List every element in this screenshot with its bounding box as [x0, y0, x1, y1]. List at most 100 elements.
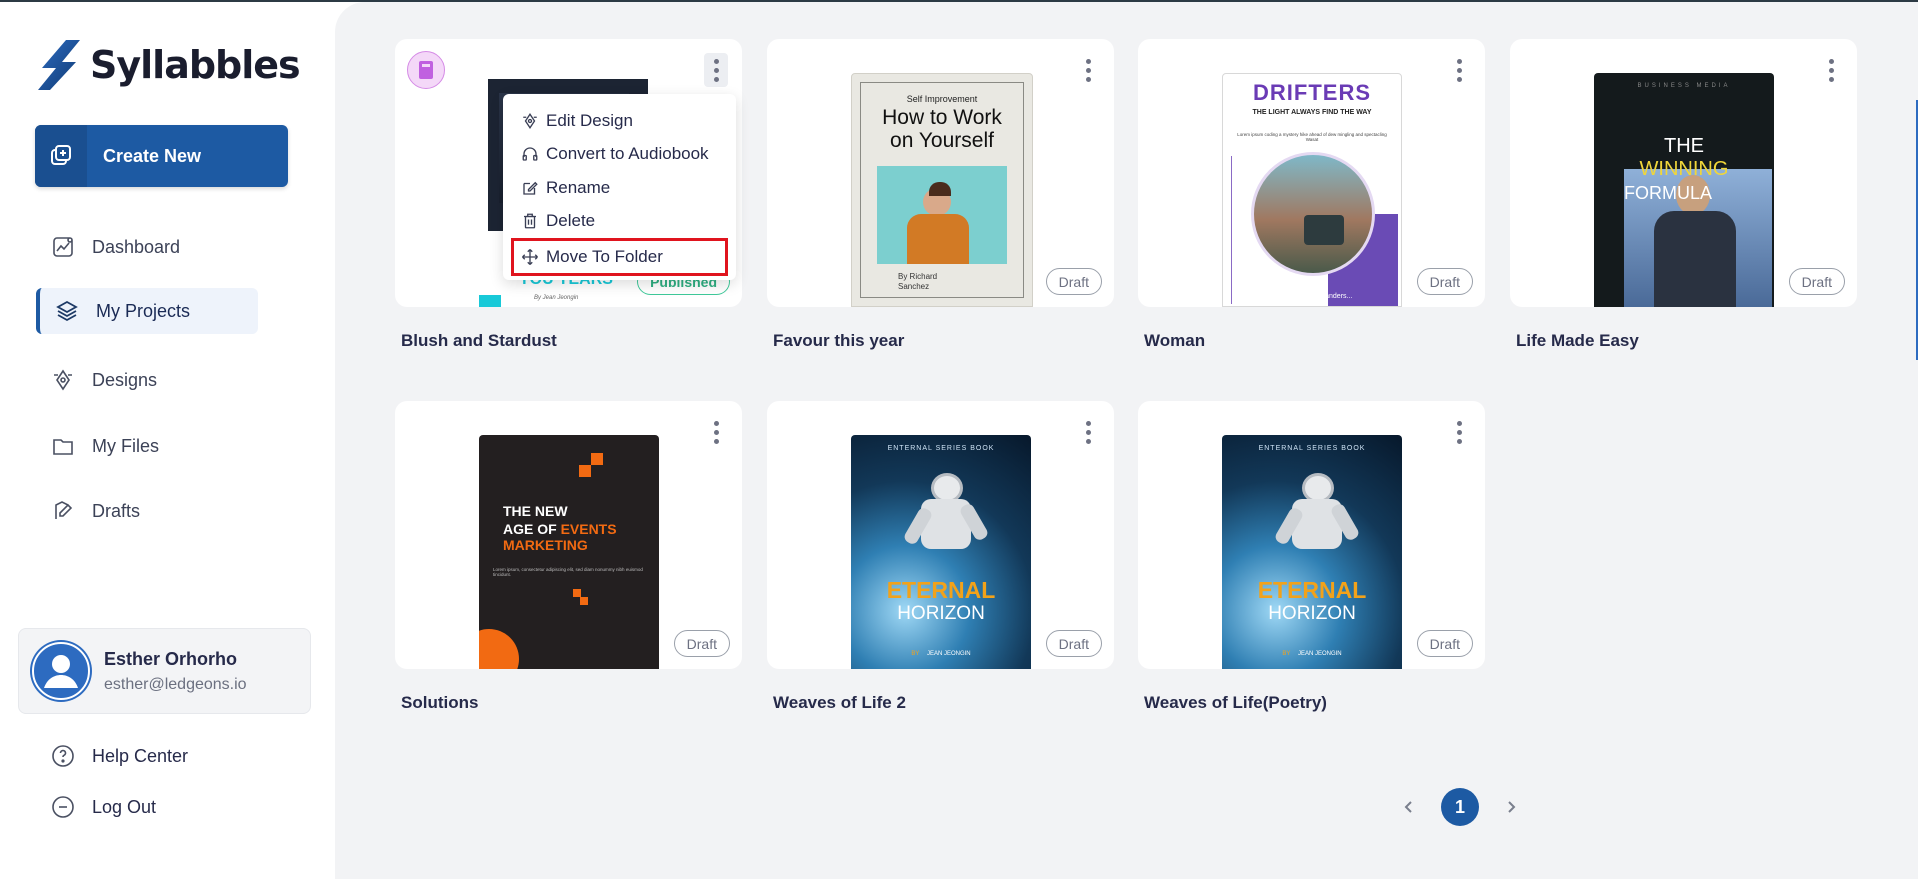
- cover-text: BY: [1282, 651, 1291, 657]
- project-card[interactable]: ENTERNAL SERIES BOOK ETERNAL HORIZON BY …: [1138, 401, 1485, 669]
- sidebar-item-drafts[interactable]: Drafts: [36, 488, 258, 534]
- page-number-current[interactable]: 1: [1441, 788, 1479, 826]
- menu-item-label: Move To Folder: [546, 247, 663, 266]
- more-options-button[interactable]: [704, 53, 728, 87]
- chevron-right-icon[interactable]: [1499, 795, 1523, 819]
- app-name: Syllabbles: [90, 43, 301, 87]
- syllabbles-logo-icon: [38, 40, 80, 90]
- cover-image: [877, 166, 1007, 264]
- sidebar-item-label: Dashboard: [92, 236, 181, 257]
- chart-icon: [50, 234, 76, 260]
- project-card[interactable]: BUSINESS MEDIA THE WINNING FORMULA Draft: [1510, 39, 1857, 307]
- project-title[interactable]: Woman: [1144, 331, 1205, 351]
- help-center-link[interactable]: Help Center: [50, 743, 188, 769]
- status-badge: Draft: [1045, 630, 1102, 657]
- menu-item-label: Edit Design: [546, 110, 633, 130]
- create-new-button[interactable]: Create New: [35, 125, 288, 187]
- cover-text: r By Denis Landers...: [1287, 293, 1353, 300]
- cover-text: ETERNAL: [1257, 577, 1367, 603]
- cover-text: HORIZON: [897, 603, 985, 624]
- project-card[interactable]: DRIFTERS THE LIGHT ALWAYS FIND THE WAY L…: [1138, 39, 1485, 307]
- pagination: 1: [1397, 788, 1523, 826]
- more-options-button[interactable]: [1076, 53, 1100, 87]
- project-title[interactable]: Weaves of Life 2: [773, 693, 906, 713]
- logout-icon: [50, 794, 76, 820]
- headphones-icon: [521, 145, 539, 163]
- user-name: Esther Orhorho: [104, 648, 238, 669]
- project-title[interactable]: Weaves of Life(Poetry): [1144, 693, 1327, 713]
- cover-text: BUSINESS MEDIA: [1637, 83, 1731, 89]
- project-title[interactable]: Favour this year: [773, 331, 904, 351]
- cover-text: MARKETING: [503, 537, 588, 553]
- log-out-label: Log Out: [92, 796, 157, 817]
- project-title[interactable]: Solutions: [401, 693, 478, 713]
- help-icon: [50, 743, 76, 769]
- status-badge: Draft: [1416, 630, 1473, 657]
- more-options-button[interactable]: [1447, 415, 1471, 449]
- pen-tool-icon: [521, 112, 539, 130]
- create-new-label: Create New: [103, 145, 202, 166]
- status-badge: Draft: [1045, 268, 1102, 295]
- menu-item-convert-audiobook[interactable]: Convert to Audiobook: [503, 138, 736, 172]
- app-logo[interactable]: Syllabbles: [36, 38, 301, 92]
- more-options-button[interactable]: [1447, 53, 1471, 87]
- cover-text: Lorem ipsum coding a mystery hike ahead …: [1237, 132, 1387, 142]
- menu-item-label: Delete: [546, 211, 596, 231]
- cover-text: WINNING: [1639, 158, 1729, 180]
- project-card[interactable]: THE NEW AGE OF EVENTS MARKETING Lorem ip…: [395, 401, 742, 669]
- avatar: [30, 640, 92, 702]
- astronaut-image: [1273, 473, 1361, 563]
- chevron-left-icon[interactable]: [1397, 795, 1421, 819]
- menu-item-edit-design[interactable]: Edit Design: [503, 104, 736, 138]
- cover-text: Self Improvement: [906, 94, 978, 104]
- log-out-link[interactable]: Log Out: [50, 794, 156, 820]
- sidebar-item-label: My Projects: [96, 300, 191, 321]
- help-center-label: Help Center: [92, 745, 189, 766]
- menu-item-rename[interactable]: Rename: [503, 171, 736, 205]
- sidebar-item-designs[interactable]: Designs: [36, 357, 258, 403]
- more-options-button[interactable]: [1819, 53, 1843, 87]
- user-email: esther@ledgeons.io: [104, 675, 247, 693]
- menu-item-label: Rename: [546, 177, 611, 197]
- astronaut-image: [902, 473, 990, 563]
- add-icon: [35, 125, 87, 187]
- status-badge: Draft: [1788, 268, 1845, 295]
- cover-text: THE NEW: [503, 503, 568, 519]
- project-card[interactable]: ENTERNAL SERIES BOOK ETERNAL HORIZON BY …: [767, 401, 1114, 669]
- project-title[interactable]: Life Made Easy: [1516, 331, 1639, 351]
- more-options-button[interactable]: [1076, 415, 1100, 449]
- cover-text: JEAN JEONGIN: [926, 651, 971, 657]
- status-badge: Draft: [1416, 268, 1473, 295]
- status-badge: Draft: [673, 630, 730, 657]
- book-cover: Self Improvement How to Work on Yourself…: [851, 73, 1033, 307]
- menu-item-delete[interactable]: Delete: [503, 205, 736, 239]
- cover-text: ETERNAL: [886, 577, 996, 603]
- cover-image: [1251, 152, 1375, 276]
- cover-text: HORIZON: [1268, 603, 1356, 624]
- cover-text: How to Work: [882, 106, 1002, 129]
- book-cover: THE NEW AGE OF EVENTS MARKETING Lorem ip…: [479, 435, 659, 669]
- cover-text: Sanchez: [898, 282, 930, 291]
- menu-item-move-to-folder[interactable]: Move To Folder: [511, 238, 728, 276]
- book-cover: ENTERNAL SERIES BOOK ETERNAL HORIZON BY …: [851, 435, 1031, 669]
- sidebar-item-label: My Files: [92, 435, 159, 456]
- sidebar-item-dashboard[interactable]: Dashboard: [36, 224, 258, 270]
- trash-icon: [521, 212, 539, 230]
- project-context-menu: Edit Design Convert to Audiobook Rename …: [503, 94, 736, 280]
- folder-icon: [50, 433, 76, 459]
- sidebar-item-my-files[interactable]: My Files: [36, 423, 258, 469]
- sidebar-item-my-projects[interactable]: My Projects: [36, 288, 258, 334]
- project-title[interactable]: Blush and Stardust: [401, 331, 557, 351]
- user-profile-card[interactable]: Esther Orhorho esther@ledgeons.io: [18, 628, 311, 714]
- more-options-button[interactable]: [704, 415, 728, 449]
- sidebar-item-label: Designs: [92, 369, 158, 390]
- project-card[interactable]: Self Improvement How to Work on Yourself…: [767, 39, 1114, 307]
- cover-text: By Richard: [898, 272, 938, 281]
- book-cover: BUSINESS MEDIA THE WINNING FORMULA: [1594, 73, 1774, 307]
- pen-tool-icon: [50, 367, 76, 393]
- book-cover: ENTERNAL SERIES BOOK ETERNAL HORIZON BY …: [1222, 435, 1402, 669]
- book-type-icon: [407, 51, 445, 89]
- cover-text: JEAN JEONGIN: [1297, 651, 1342, 657]
- cover-text: DRIFTERS: [1253, 80, 1371, 105]
- cover-author: By Jean Jeongin: [534, 295, 579, 301]
